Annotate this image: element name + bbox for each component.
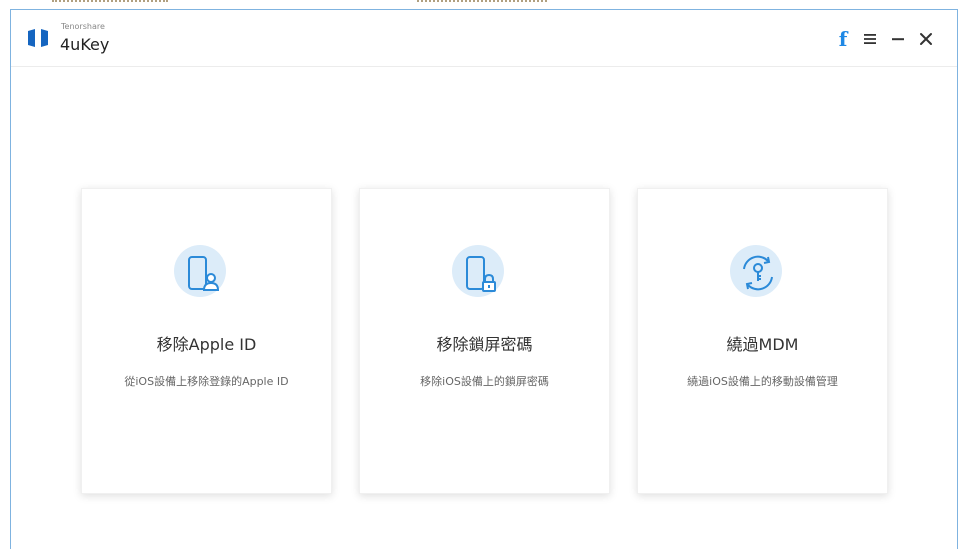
- card-description: 從iOS設備上移除登錄的Apple ID: [124, 375, 289, 388]
- card-description: 移除iOS設備上的鎖屏密碼: [420, 375, 549, 388]
- minimize-icon[interactable]: [888, 27, 908, 51]
- key-cycle-icon: [730, 245, 782, 297]
- phone-user-icon: [174, 245, 226, 297]
- card-title: 移除鎖屏密碼: [436, 335, 533, 354]
- card-title: 移除Apple ID: [156, 335, 257, 354]
- title-bar: Tenorshare 4uKey f: [11, 10, 957, 67]
- app-name: 4uKey: [60, 35, 110, 54]
- card-title: 繞過MDM: [726, 335, 799, 354]
- bypass-mdm-card[interactable]: 繞過MDM 繞過iOS設備上的移動設備管理: [637, 188, 888, 494]
- phone-lock-icon: [452, 245, 504, 297]
- menu-icon[interactable]: [860, 27, 880, 51]
- app-window: Tenorshare 4uKey f 移除Apple ID 從iOS設備上移除登…: [10, 9, 958, 549]
- remove-apple-id-card[interactable]: 移除Apple ID 從iOS設備上移除登錄的Apple ID: [81, 188, 332, 494]
- dotted-marker-right: [417, 0, 547, 2]
- facebook-icon[interactable]: f: [834, 27, 852, 51]
- card-description: 繞過iOS設備上的移動設備管理: [687, 375, 838, 388]
- vendor-name: Tenorshare: [61, 22, 105, 31]
- close-icon[interactable]: [915, 27, 937, 51]
- tenorshare-logo-icon: [28, 29, 48, 47]
- remove-screen-lock-card[interactable]: 移除鎖屏密碼 移除iOS設備上的鎖屏密碼: [359, 188, 610, 494]
- dotted-marker-left: [52, 0, 168, 2]
